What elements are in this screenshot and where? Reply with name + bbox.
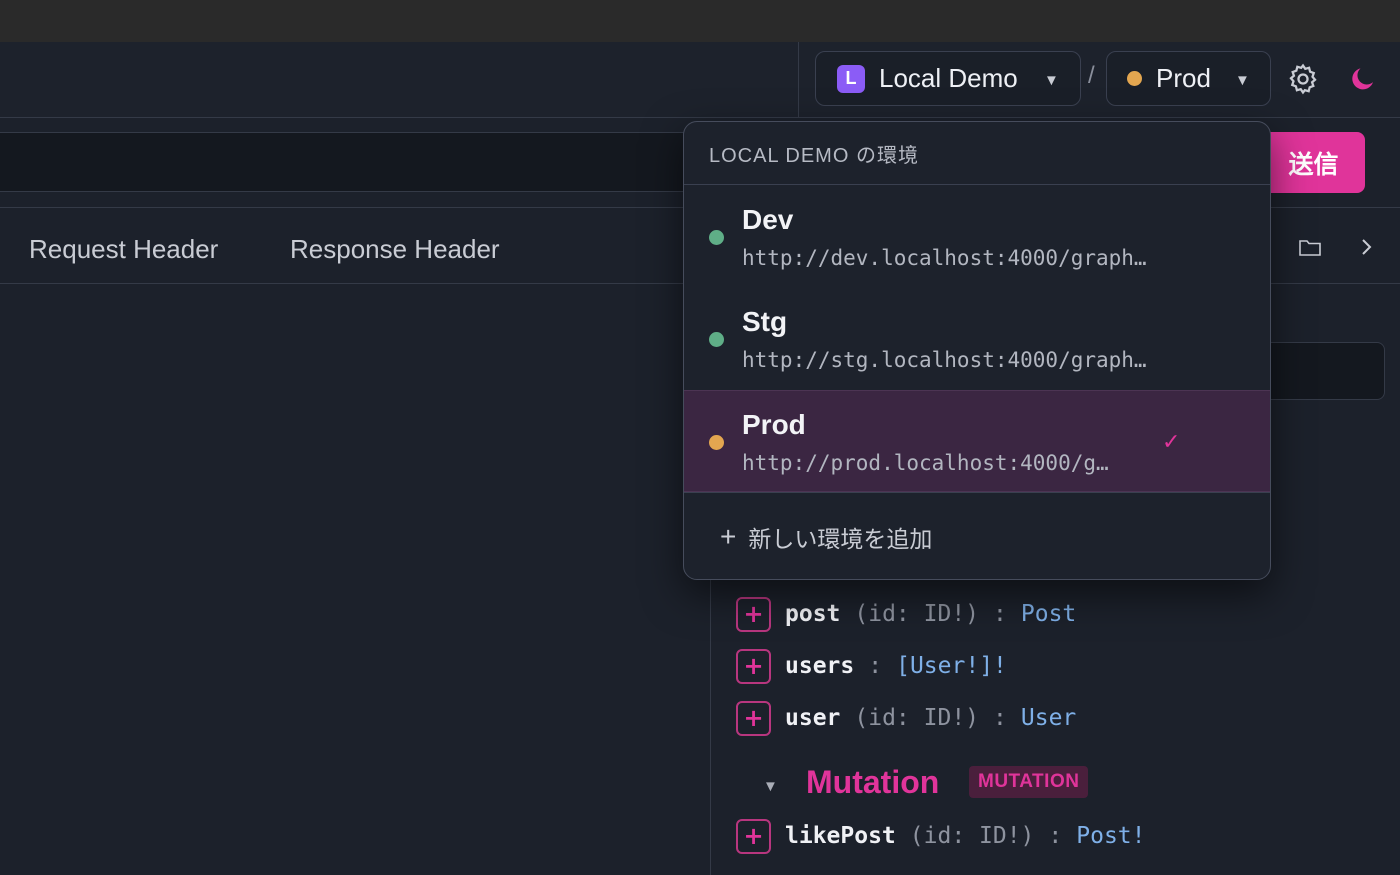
environment-status-dot — [1127, 71, 1142, 86]
add-field-button[interactable]: + — [736, 818, 771, 854]
top-bar: L Local Demo ▼ / Prod ▼ — [0, 42, 1400, 118]
add-field-button[interactable]: + — [736, 596, 771, 632]
environment-selector[interactable]: Prod ▼ — [1106, 51, 1271, 106]
field-args: (id: ID!) — [909, 823, 1035, 849]
field-colon: : — [868, 653, 883, 679]
environment-label: Prod — [1156, 63, 1211, 93]
workspace-selector[interactable]: L Local Demo ▼ — [815, 51, 1081, 106]
environment-option-dev[interactable]: Dev http://dev.localhost:4000/graph… — [684, 186, 1270, 288]
schema-field-row: + likePost (id: ID!) : Post! — [736, 818, 1146, 854]
workspace-label: Local Demo — [879, 63, 1018, 93]
field-name: users — [785, 653, 855, 679]
add-field-button[interactable]: + — [736, 648, 771, 684]
environment-option-prod[interactable]: Prod http://prod.localhost:4000/g… ✓ — [684, 390, 1270, 492]
caret-down-icon: ▼ — [1235, 72, 1250, 89]
environment-status-dot — [709, 230, 724, 245]
schema-field-row: + users : [User!]! — [736, 648, 1007, 684]
add-environment-label: 新しい環境を追加 — [748, 525, 933, 552]
workspace-badge-icon: L — [837, 64, 865, 93]
tab-request-header[interactable]: Request Header — [29, 234, 218, 265]
tab-response-header[interactable]: Response Header — [290, 234, 500, 265]
add-environment-button[interactable]: + 新しい環境を追加 — [684, 492, 1270, 579]
field-colon: : — [1048, 823, 1063, 849]
environment-name: Stg — [742, 306, 788, 337]
environment-url: http://dev.localhost:4000/graph… — [742, 246, 1147, 270]
field-colon: : — [993, 601, 1007, 627]
field-colon: : — [993, 705, 1007, 731]
chevron-right-icon[interactable] — [1358, 236, 1374, 258]
schema-field-row: + post (id: ID!) : Post — [736, 596, 1076, 632]
send-button[interactable]: 送信 — [1262, 132, 1365, 193]
folder-icon[interactable] — [1298, 238, 1322, 258]
field-name: post — [785, 601, 841, 627]
dropdown-header: LOCAL DEMO の環境 — [684, 122, 1270, 185]
moon-icon[interactable] — [1348, 64, 1378, 94]
checkmark-icon: ✓ — [1162, 429, 1181, 454]
breadcrumb-separator: / — [1088, 62, 1095, 89]
field-type[interactable]: Post — [1021, 601, 1076, 627]
mutation-section-title: Mutation — [806, 764, 940, 800]
environment-name: Dev — [742, 204, 794, 235]
plus-icon: + — [720, 520, 737, 552]
field-type[interactable]: [User!]! — [896, 653, 1007, 679]
caret-down-icon: ▼ — [1044, 72, 1059, 89]
gear-icon[interactable] — [1286, 62, 1320, 96]
mutation-badge: MUTATION — [969, 766, 1089, 798]
field-name: likePost — [785, 823, 896, 849]
environment-dropdown-menu: LOCAL DEMO の環境 Dev http://dev.localhost:… — [683, 121, 1271, 580]
environment-url: http://prod.localhost:4000/g… — [742, 451, 1109, 475]
window-titlebar — [0, 0, 1400, 42]
field-args: (id: ID!) — [854, 705, 980, 731]
add-field-button[interactable]: + — [736, 700, 771, 736]
schema-field-row: + user (id: ID!) : User — [736, 700, 1076, 736]
field-type[interactable]: User — [1021, 705, 1076, 731]
topbar-divider — [798, 42, 799, 118]
environment-url: http://stg.localhost:4000/graph… — [742, 348, 1147, 372]
environment-status-dot — [709, 332, 724, 347]
field-type[interactable]: Post! — [1076, 823, 1145, 849]
field-name: user — [785, 705, 841, 731]
environment-status-dot — [709, 435, 724, 450]
environment-option-stg[interactable]: Stg http://stg.localhost:4000/graph… — [684, 288, 1270, 390]
field-args: (id: ID!) — [854, 601, 980, 627]
environment-name: Prod — [742, 409, 806, 440]
collapse-caret-icon[interactable]: ▼ — [763, 778, 778, 795]
